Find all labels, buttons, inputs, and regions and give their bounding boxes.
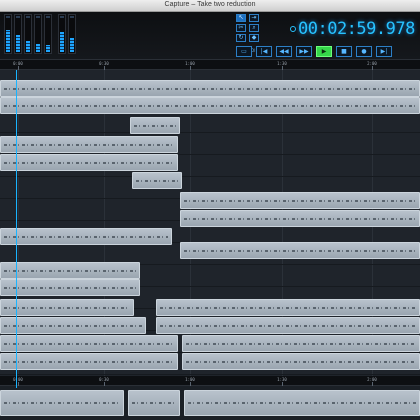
audio-region[interactable]	[180, 192, 420, 209]
level-meter	[24, 14, 32, 54]
waveform	[136, 179, 178, 182]
waveform	[134, 124, 176, 127]
waveform	[184, 199, 416, 202]
audio-region[interactable]	[0, 228, 172, 245]
waveform	[186, 342, 416, 345]
waveform	[4, 87, 416, 90]
ruler-label: 0:00	[13, 377, 23, 382]
waveform	[4, 104, 416, 107]
transport-buttons: ▭ |◀ ◀◀ ▶▶ ▶ ■ ● ▶|	[236, 46, 420, 58]
audio-region[interactable]	[182, 335, 420, 352]
clock-icon	[290, 26, 296, 32]
audio-region[interactable]	[0, 97, 420, 114]
go-to-end-button[interactable]: ▶|	[376, 46, 392, 57]
range-icon[interactable]: ⇥	[249, 14, 259, 22]
loop-icon[interactable]: ↻	[236, 34, 246, 42]
timeline-ruler[interactable]: 0:00 0:30 1:00 1:30 2:00	[0, 60, 420, 70]
level-meter	[4, 14, 12, 54]
waveform	[4, 143, 174, 146]
stop-button[interactable]: ■	[336, 46, 352, 57]
waveform	[4, 235, 168, 238]
level-meter	[58, 14, 66, 54]
level-meter	[34, 14, 42, 54]
play-button[interactable]: ▶	[316, 46, 332, 57]
track-lane-divider	[0, 132, 420, 133]
waveform	[4, 342, 174, 345]
transport-panel: ↖⇥✂⌕↻◆ RECORDING 00:02:59.978 ▭|◀◀◀▶▶▶■●…	[0, 12, 420, 60]
audio-region[interactable]	[132, 172, 182, 189]
record-button[interactable]: ●	[356, 46, 372, 57]
audio-region[interactable]	[184, 390, 420, 416]
ruler-label: 1:30	[277, 377, 287, 382]
ruler-label: 1:00	[185, 377, 195, 382]
go-to-start-button[interactable]: |◀	[256, 46, 272, 57]
audio-region[interactable]	[0, 262, 140, 279]
waveform	[4, 286, 136, 289]
audio-region[interactable]	[0, 317, 146, 334]
audio-region[interactable]	[0, 335, 178, 352]
pointer-icon[interactable]: ↖	[236, 14, 246, 22]
fast-forward-button[interactable]: ▶▶	[296, 46, 312, 57]
waveform	[4, 324, 142, 327]
audio-region[interactable]	[0, 390, 124, 416]
waveform	[4, 360, 174, 363]
audio-region[interactable]	[0, 136, 178, 153]
waveform	[4, 306, 130, 309]
loop-button[interactable]: ▭	[236, 46, 252, 57]
audio-region[interactable]	[0, 80, 420, 97]
ruler-label: 1:30	[277, 61, 287, 66]
audio-region[interactable]	[0, 299, 134, 316]
waveform	[4, 161, 174, 164]
marker-icon[interactable]: ◆	[249, 34, 259, 42]
audio-region[interactable]	[0, 279, 140, 296]
timecode-display: 00:02:59.978	[290, 14, 416, 44]
waveform	[186, 360, 416, 363]
audio-region[interactable]	[156, 299, 420, 316]
window-title: Capture – Take two reduction	[164, 1, 256, 8]
waveform	[184, 249, 416, 252]
waveform	[4, 269, 136, 272]
title-bar: Capture – Take two reduction	[0, 0, 420, 12]
audio-region[interactable]	[130, 117, 180, 134]
ruler-label: 0:00	[13, 61, 23, 66]
bottom-track-strip[interactable]	[0, 386, 420, 420]
level-meter	[68, 14, 76, 54]
zoom-icon[interactable]: ⌕	[249, 24, 259, 32]
level-meter	[14, 14, 22, 54]
arrange-area[interactable]	[0, 70, 420, 376]
split-icon[interactable]: ✂	[236, 24, 246, 32]
audio-region[interactable]	[128, 390, 180, 416]
audio-region[interactable]	[182, 353, 420, 370]
ruler-label: 0:30	[99, 61, 109, 66]
track-lane-divider	[0, 176, 420, 177]
ruler-label: 2:00	[367, 377, 377, 382]
audio-region[interactable]	[156, 317, 420, 334]
ruler-label: 0:30	[99, 377, 109, 382]
waveform	[160, 324, 416, 327]
audio-region[interactable]	[0, 154, 178, 171]
playhead[interactable]	[16, 70, 17, 388]
tool-grid: ↖ ⇥ ✂ ⌕ ↻ ◆	[236, 14, 272, 44]
track-lane-divider	[0, 374, 420, 375]
rewind-button[interactable]: ◀◀	[276, 46, 292, 57]
timeline-ruler-bottom[interactable]: 0:00 0:30 1:00 1:30 2:00	[0, 376, 420, 386]
audio-region[interactable]	[180, 242, 420, 259]
ruler-label: 1:00	[185, 61, 195, 66]
audio-region[interactable]	[0, 353, 178, 370]
timecode-value: 00:02:59.978	[298, 19, 415, 39]
audio-region[interactable]	[180, 210, 420, 227]
level-meter	[44, 14, 52, 54]
ruler-label: 2:00	[367, 61, 377, 66]
waveform	[184, 217, 416, 220]
waveform	[160, 306, 416, 309]
